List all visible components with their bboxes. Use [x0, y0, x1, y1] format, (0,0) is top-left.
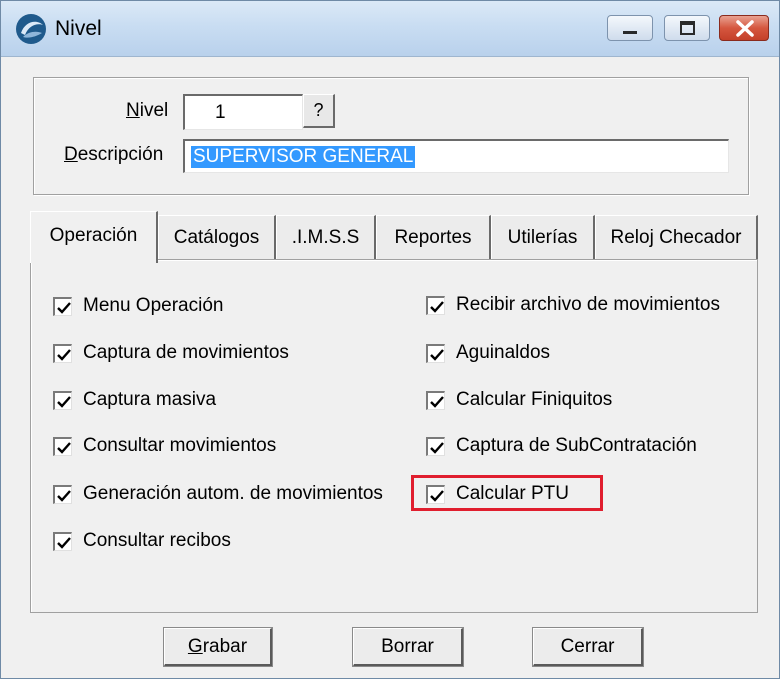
- nivel-window: Nivel Nivel 1 ? Descripción SUPERVISOR G…: [0, 0, 780, 679]
- option-label: Consultar recibos: [83, 530, 231, 551]
- descripcion-input[interactable]: SUPERVISOR GENERAL: [183, 139, 729, 173]
- borrar-button[interactable]: Borrar: [352, 627, 464, 667]
- checkbox-checked[interactable]: [53, 437, 72, 456]
- highlight-box: [411, 475, 603, 511]
- descripcion-label: Descripción: [64, 144, 164, 165]
- close-button[interactable]: [719, 15, 769, 41]
- option-label: Captura masiva: [83, 389, 217, 410]
- checkbox-checked[interactable]: [53, 391, 72, 410]
- minimize-button[interactable]: [607, 15, 653, 41]
- option-label: Captura de SubContratación: [456, 435, 697, 456]
- option-label: Menu Operación: [83, 295, 224, 316]
- checkbox-checked[interactable]: [426, 437, 445, 456]
- option-label: Recibir archivo de movimientos: [456, 294, 720, 315]
- window-title: Nivel: [55, 17, 102, 40]
- help-lookup-button[interactable]: ?: [303, 94, 335, 128]
- tab-utilerias[interactable]: Utilerías: [491, 215, 595, 259]
- checkbox-checked[interactable]: [53, 344, 72, 363]
- option-label: Calcular Finiquitos: [456, 389, 613, 410]
- nivel-input[interactable]: 1: [183, 94, 303, 130]
- title-bar[interactable]: Nivel: [1, 1, 779, 57]
- option-label: Aguinaldos: [456, 342, 551, 363]
- option-label: Consultar movimientos: [83, 435, 277, 456]
- tab-reportes[interactable]: Reportes: [376, 215, 491, 259]
- tab-imss[interactable]: .I.M.S.S: [276, 215, 376, 259]
- cerrar-button[interactable]: Cerrar: [532, 627, 644, 667]
- option-label: Generación autom. de movimientos: [83, 483, 383, 504]
- option-label: Captura de movimientos: [83, 342, 289, 363]
- tab-operacion[interactable]: Operación: [30, 211, 158, 263]
- checkbox-checked[interactable]: [426, 344, 445, 363]
- checkbox-checked[interactable]: [53, 532, 72, 551]
- checkbox-checked[interactable]: [53, 485, 72, 504]
- maximize-button[interactable]: [664, 15, 710, 41]
- header-group-box: [33, 77, 749, 195]
- tab-reloj-checador[interactable]: Reloj Checador: [595, 215, 758, 259]
- checkbox-checked[interactable]: [426, 296, 445, 315]
- checkbox-checked[interactable]: [426, 391, 445, 410]
- checkbox-checked[interactable]: [53, 297, 72, 316]
- nivel-value: 1: [215, 102, 226, 123]
- tab-catalogos[interactable]: Catálogos: [158, 215, 276, 259]
- descripcion-value: SUPERVISOR GENERAL: [191, 146, 416, 168]
- app-logo-icon: [15, 13, 47, 45]
- grabar-button[interactable]: Grabar: [163, 627, 273, 667]
- nivel-label: Nivel: [126, 100, 169, 121]
